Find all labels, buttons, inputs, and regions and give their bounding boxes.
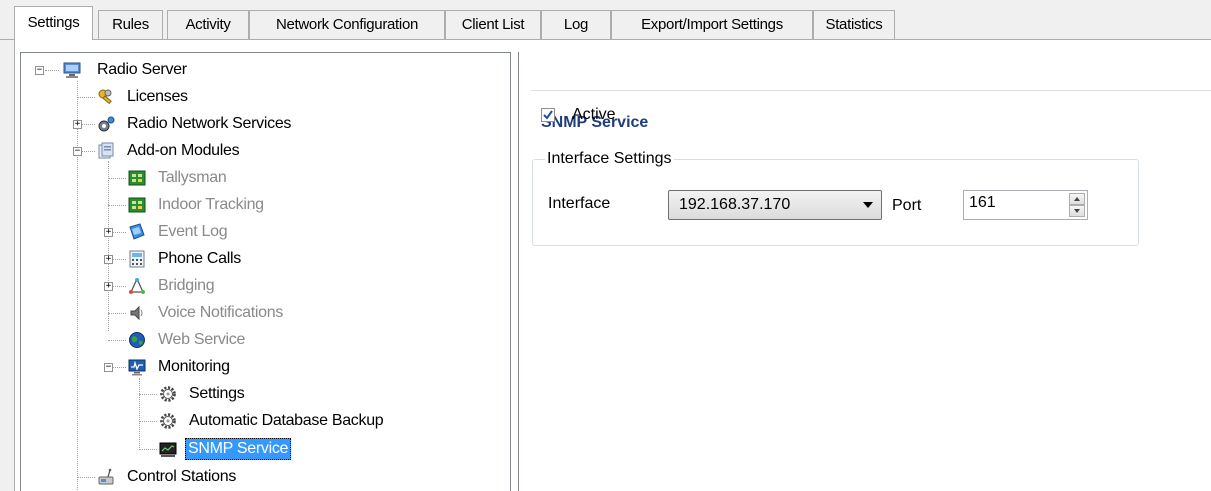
bridging-icon (129, 278, 145, 294)
tree-item-tallysman[interactable]: Tallysman (21, 167, 421, 189)
tree-item-bridging[interactable]: Bridging (21, 275, 421, 297)
tree-item-monitoring-settings[interactable]: Settings (21, 383, 421, 405)
spin-down-button[interactable] (1069, 205, 1085, 217)
tab-network-configuration[interactable]: Network Configuration (249, 10, 445, 39)
section-title-underline (531, 90, 1211, 91)
tree-item-automatic-database-backup[interactable]: Automatic Database Backup (21, 410, 441, 432)
snmp-settings-panel: SNMP Service (518, 52, 1211, 491)
tab-export-import-settings[interactable]: Export/Import Settings (611, 10, 813, 39)
tree-item-radio-network-services[interactable]: Radio Network Services (21, 113, 421, 135)
snmp-icon (159, 442, 177, 457)
tree-item-licenses[interactable]: Licenses (21, 86, 421, 108)
tab-settings[interactable]: Settings (14, 6, 93, 40)
globe-icon (129, 332, 145, 348)
tree-item-monitoring[interactable]: Monitoring (21, 356, 421, 378)
down-arrow-icon (1074, 209, 1080, 213)
network-gear-icon (98, 116, 115, 132)
tree-item-indoor-tracking[interactable]: Indoor Tracking (21, 194, 421, 216)
tree-item-label: Control Stations (127, 468, 237, 485)
tree-item-label: Monitoring (158, 358, 230, 375)
interface-label: Interface (548, 195, 611, 212)
monitor-icon (128, 359, 146, 376)
port-label: Port (892, 197, 922, 214)
tree-item-label: Indoor Tracking (158, 196, 264, 213)
tab-client-list[interactable]: Client List (445, 10, 541, 39)
tree-item-event-log[interactable]: Event Log (21, 221, 421, 243)
tab-log[interactable]: Log (541, 10, 611, 39)
module-green-icon (128, 197, 146, 213)
tree-item-label: Settings (189, 385, 245, 402)
control-station-icon (98, 468, 114, 485)
dropdown-arrow-icon (863, 202, 873, 208)
event-log-icon (129, 223, 145, 240)
settings-tree[interactable]: − + − + + + − Radio Server Licenses Radi… (20, 52, 511, 491)
active-label[interactable]: Active (572, 106, 616, 124)
server-icon (63, 62, 81, 78)
tree-item-label: Tallysman (158, 169, 227, 186)
tab-activity[interactable]: Activity (167, 10, 249, 39)
phone-icon (129, 250, 145, 268)
tree-item-label: Licenses (127, 88, 188, 105)
interface-settings-title: Interface Settings (545, 150, 674, 168)
tree-item-radio-server[interactable]: Radio Server (21, 59, 421, 81)
tree-item-web-service[interactable]: Web Service (21, 329, 421, 351)
spinner-buttons (1069, 193, 1085, 217)
tree-item-label: Automatic Database Backup (189, 412, 384, 429)
tree-item-snmp-service[interactable]: SNMP Service (21, 438, 421, 460)
tree-item-voice-notifications[interactable]: Voice Notifications (21, 302, 421, 324)
tree-item-label: Event Log (158, 223, 228, 240)
tab-rules[interactable]: Rules (98, 10, 163, 39)
tree-item-label: Radio Server (97, 61, 187, 78)
tree-item-control-stations[interactable]: Control Stations (21, 466, 421, 488)
port-value[interactable]: 161 (969, 194, 996, 211)
tab-statistics[interactable]: Statistics (813, 10, 895, 39)
cog-icon (160, 386, 176, 402)
module-green-icon (128, 170, 146, 186)
tree-item-label: Web Service (158, 331, 246, 348)
tree-item-add-on-modules[interactable]: Add-on Modules (21, 140, 421, 162)
tree-item-label: SNMP Service (185, 438, 292, 460)
tree-item-label: Voice Notifications (158, 304, 284, 321)
tree-item-label: Phone Calls (158, 250, 241, 267)
active-checkbox[interactable] (541, 108, 555, 122)
interface-value: 192.168.37.170 (679, 196, 791, 213)
tree-item-label: Radio Network Services (127, 115, 292, 132)
port-spinner[interactable]: 161 (963, 190, 1088, 220)
checkmark-icon (543, 110, 553, 120)
tab-divider (0, 39, 1211, 40)
modules-icon (98, 142, 114, 159)
tree-item-label: Add-on Modules (127, 142, 240, 159)
tree-item-phone-calls[interactable]: Phone Calls (21, 248, 421, 270)
keys-icon (98, 89, 112, 105)
interface-dropdown[interactable]: 192.168.37.170 (668, 190, 882, 220)
cog-icon (160, 413, 176, 429)
speaker-icon (130, 305, 143, 321)
spin-up-button[interactable] (1069, 193, 1085, 205)
tree-item-label: Bridging (158, 277, 215, 294)
up-arrow-icon (1074, 197, 1080, 201)
